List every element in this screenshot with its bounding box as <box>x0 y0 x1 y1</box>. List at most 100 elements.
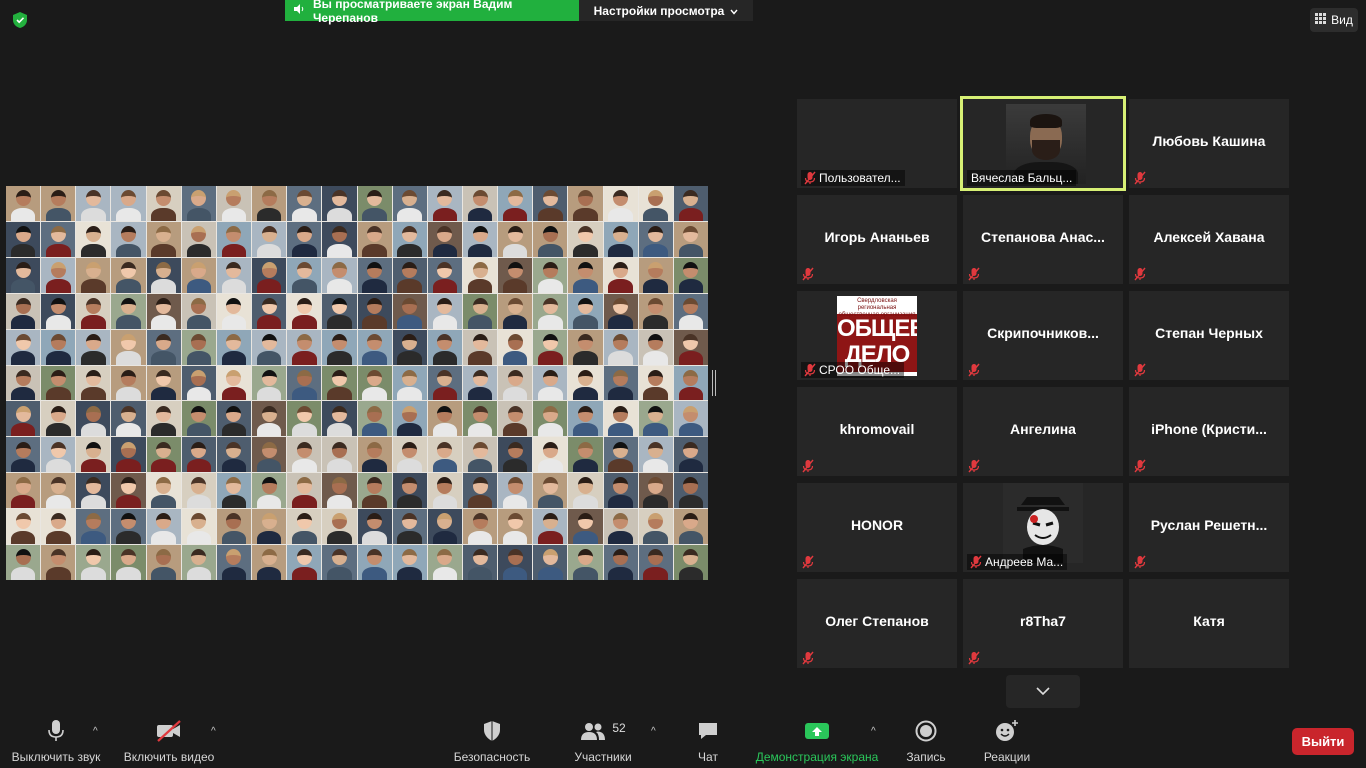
participant-tile[interactable]: Скрипочников... <box>963 291 1123 380</box>
collage-photo <box>533 329 568 365</box>
participant-tile[interactable]: Ангелина <box>963 387 1123 476</box>
anonymous-mask-avatar <box>1003 483 1083 563</box>
participant-name: iPhone (Кристи... <box>1151 421 1267 437</box>
collage-photo <box>111 401 146 437</box>
collage-photo <box>533 293 568 329</box>
collage-photo <box>76 437 111 473</box>
participant-tile[interactable]: Свердловская региональная общественная о… <box>797 291 957 380</box>
collage-photo <box>568 293 603 329</box>
participants-options-caret-icon[interactable]: ^ <box>651 726 656 737</box>
participant-tile[interactable]: khromovail <box>797 387 957 476</box>
collage-photo <box>673 186 708 221</box>
participants-button[interactable]: 52 Участники <box>566 720 640 764</box>
collage-photo <box>287 437 322 473</box>
collage-photo <box>322 293 357 329</box>
collage-photo <box>41 545 76 580</box>
collage-photo <box>76 509 111 545</box>
collage-photo <box>111 509 146 545</box>
collage-photo <box>357 401 392 437</box>
collage-photo <box>41 221 76 257</box>
security-button[interactable]: Безопасность <box>448 720 536 764</box>
participant-tile[interactable]: Пользовател... <box>797 99 957 188</box>
participant-tile[interactable]: Степан Черных <box>1129 291 1289 380</box>
gallery-next-page-button[interactable] <box>1006 675 1080 708</box>
collage-photo <box>638 221 673 257</box>
participant-tile[interactable]: Катя <box>1129 579 1289 668</box>
collage-photo <box>41 293 76 329</box>
view-options-button[interactable]: Настройки просмотра <box>579 0 753 21</box>
collage-photo <box>498 329 533 365</box>
participant-tile[interactable]: Алексей Хавана <box>1129 195 1289 284</box>
collage-photo <box>427 545 462 580</box>
collage-photo <box>462 401 498 437</box>
participant-tile[interactable]: Олег Степанов <box>797 579 957 668</box>
leave-meeting-button[interactable]: Выйти <box>1292 728 1354 755</box>
collage-photo <box>462 257 498 293</box>
collage-photo <box>6 221 41 257</box>
participant-tile[interactable]: iPhone (Кристи... <box>1129 387 1289 476</box>
collage-photo <box>673 221 708 257</box>
participant-tile[interactable]: r8Tha7 <box>963 579 1123 668</box>
collage-photo <box>357 329 392 365</box>
collage-photo <box>41 509 76 545</box>
collage-photo <box>322 329 357 365</box>
view-layout-button[interactable]: Вид <box>1310 8 1358 32</box>
chat-label: Чат <box>698 750 718 764</box>
reactions-button[interactable]: Реакции <box>978 719 1036 764</box>
collage-photo <box>111 293 146 329</box>
collage-photo <box>568 365 603 401</box>
record-button[interactable]: Запись <box>900 720 952 764</box>
audio-options-caret-icon[interactable]: ^ <box>93 726 98 737</box>
participant-tile[interactable]: Вячеслав Бальц... <box>960 96 1126 191</box>
split-resize-handle[interactable] <box>712 370 716 396</box>
collage-photo <box>216 437 252 473</box>
participant-tile[interactable]: HONOR <box>797 483 957 572</box>
collage-photo <box>568 186 603 221</box>
share-screen-button[interactable]: Демонстрация экрана <box>752 720 882 764</box>
collage-photo <box>41 365 76 401</box>
collage-photo <box>322 257 357 293</box>
muted-microphone-icon <box>967 363 981 377</box>
collage-photo <box>357 257 392 293</box>
collage-photo <box>392 293 427 329</box>
collage-photo <box>638 437 673 473</box>
collage-photo <box>462 186 498 221</box>
collage-photo <box>181 509 216 545</box>
muted-microphone-icon <box>803 363 817 377</box>
participant-tile[interactable]: Игорь Ананьев <box>797 195 957 284</box>
collage-photo <box>181 257 216 293</box>
start-video-button[interactable]: Включить видео <box>120 719 218 764</box>
collage-photo <box>673 509 708 545</box>
participant-name: Пользовател... <box>819 171 901 185</box>
participant-tile[interactable]: Андреев Ма... <box>963 483 1123 572</box>
collage-photo <box>673 293 708 329</box>
participant-tile[interactable]: Любовь Кашина <box>1129 99 1289 188</box>
participant-tile[interactable]: Руслан Решетн... <box>1129 483 1289 572</box>
participant-tile[interactable]: Степанова Анас... <box>963 195 1123 284</box>
participant-name: Андреев Ма... <box>985 555 1064 569</box>
video-options-caret-icon[interactable]: ^ <box>211 726 216 737</box>
shared-screen-content[interactable] <box>6 186 708 580</box>
share-options-caret-icon[interactable]: ^ <box>871 726 876 737</box>
collage-photo <box>498 401 533 437</box>
muted-microphone-icon <box>1133 171 1147 185</box>
collage-photo <box>216 473 252 509</box>
muted-microphone-icon <box>967 267 981 281</box>
mute-button[interactable]: Выключить звук <box>8 719 104 764</box>
meeting-toolbar: Выключить звук ^ Включить видео ^ Безопа… <box>0 712 1366 768</box>
collage-photo <box>603 437 638 473</box>
grid-icon <box>1315 13 1327 27</box>
collage-photo <box>287 257 322 293</box>
collage-photo <box>533 401 568 437</box>
chat-button[interactable]: Чат <box>688 720 728 764</box>
collage-photo <box>322 545 357 580</box>
collage-photo <box>533 257 568 293</box>
collage-photo <box>533 221 568 257</box>
collage-photo <box>462 329 498 365</box>
mute-label: Выключить звук <box>11 750 101 764</box>
collage-photo <box>673 401 708 437</box>
collage-photo <box>392 221 427 257</box>
security-shield-icon[interactable] <box>10 10 30 30</box>
collage-photo <box>252 329 287 365</box>
screen-share-banner: Вы просматриваете экран Вадим Черепанов <box>285 0 579 25</box>
